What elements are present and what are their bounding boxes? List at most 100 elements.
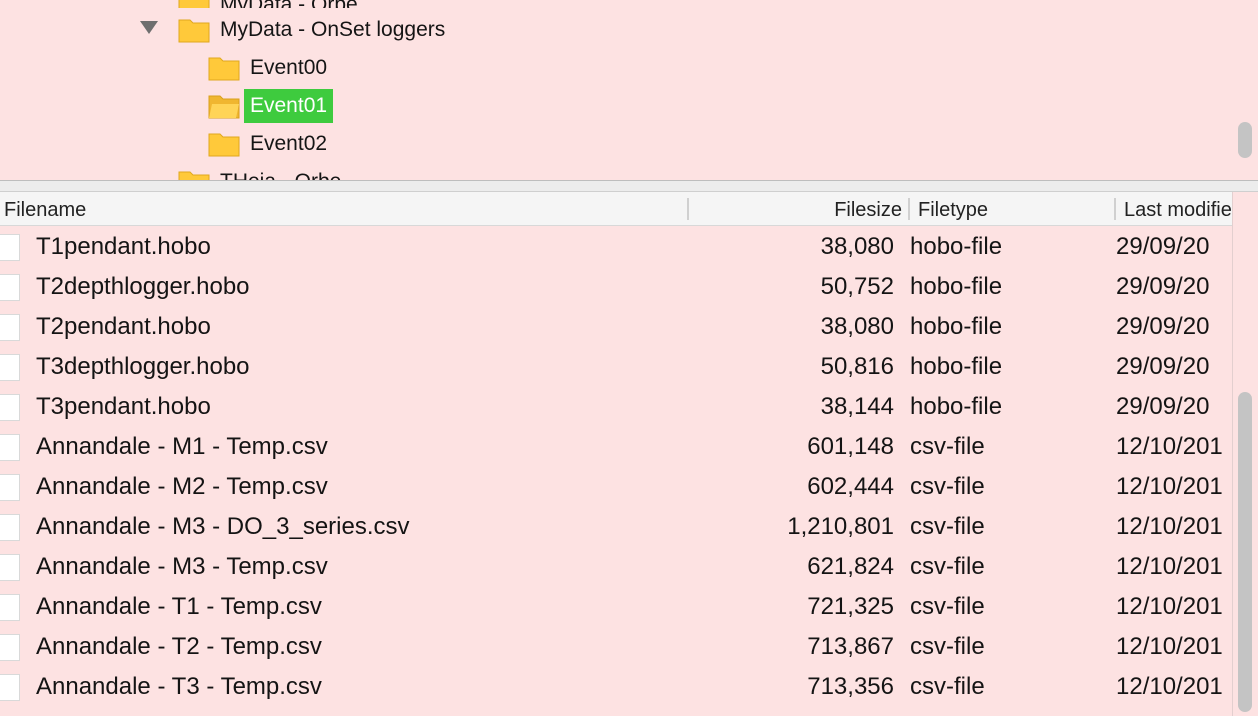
file-size: 38,144 [820,393,894,420]
tree-item-label: Event00 [250,56,328,79]
column-header-filetype[interactable]: Filetype [918,192,1108,226]
list-edge-divider [1232,192,1233,716]
file-size: 38,080 [820,313,894,340]
document-icon [0,434,20,461]
file-size: 713,356 [807,673,894,700]
column-header-last-modified[interactable]: Last modified [1124,192,1232,226]
document-icon [0,274,20,301]
tree-item-label: THeja - Orbe [214,165,347,180]
file-type: hobo-file [910,353,1003,380]
file-type: csv-file [910,473,985,500]
file-last-modified: 12/10/201 [1116,673,1223,700]
file-type: csv-file [910,513,985,540]
file-type: csv-file [910,673,985,700]
file-row[interactable]: Annandale - M3 - DO_3_series.csv 1,210,80… [0,507,1232,547]
tree-item-label: MyData - OnSet loggers [220,18,446,41]
folder-icon [178,171,210,180]
document-icon [0,554,20,581]
file-size: 721,325 [807,593,894,620]
pane-splitter[interactable] [0,180,1258,192]
file-row[interactable]: T2pendant.hobo 38,080 hobo-file 29/09/20 [0,307,1232,347]
file-row[interactable]: Annandale - T3 - Temp.csv 713,356 csv-file… [0,667,1232,707]
file-row[interactable]: Annandale - T2 - Temp.csv 713,867 csv-file… [0,627,1232,667]
folder-icon [178,0,210,8]
document-icon [0,514,20,541]
file-last-modified: 12/10/201 [1116,473,1223,500]
tree-item-partial-bottom[interactable]: THeja - Orbe [178,165,347,180]
file-last-modified: 12/10/201 [1116,553,1223,580]
document-icon [0,394,20,421]
column-header-filesize[interactable]: Filesize [700,192,902,226]
file-row[interactable]: Annandale - M2 - Temp.csv 602,444 csv-file… [0,467,1232,507]
file-type: hobo-file [910,273,1003,300]
file-type: hobo-file [910,393,1003,420]
document-icon [0,674,20,701]
file-name: Annandale - T2 - Temp.csv [36,633,322,660]
file-row[interactable]: T1pendant.hobo 38,080 hobo-file 29/09/20 [0,227,1232,267]
file-row[interactable]: T3pendant.hobo 38,144 hobo-file 29/09/20 [0,387,1232,427]
file-type: hobo-file [910,313,1003,340]
file-row[interactable]: T2depthlogger.hobo 50,752 hobo-file 29/09/2… [0,267,1232,307]
tree-item-label: Event02 [250,132,328,155]
file-name: Annandale - T3 - Temp.csv [36,673,322,700]
folder-icon [208,57,240,81]
column-header-bar: Filename Filesize Filetype Last modified [0,192,1232,226]
tree-item-event01[interactable]: Event01 [208,89,334,123]
file-last-modified: 29/09/20 [1116,353,1210,380]
file-row[interactable]: Annandale - M1 - Temp.csv 601,148 csv-file… [0,427,1232,467]
folder-icon [178,19,210,43]
file-name: Annandale - M3 - DO_3_series.csv [36,513,410,540]
file-name: Annandale - M1 - Temp.csv [36,433,328,460]
folder-icon [208,133,240,157]
file-size: 601,148 [807,433,894,460]
file-size: 50,752 [820,273,894,300]
file-last-modified: 12/10/201 [1116,593,1223,620]
document-icon [0,354,20,381]
file-last-modified: 12/10/201 [1116,633,1223,660]
file-row[interactable]: T3depthlogger.hobo 50,816 hobo-file 29/09/2… [0,347,1232,387]
file-row[interactable]: Annandale - T1 - Temp.csv 721,325 csv-file… [0,587,1232,627]
tree-item-label: Event01 [244,89,334,123]
file-type: csv-file [910,633,985,660]
folder-tree[interactable]: MyData - Orbe MyData - OnSet loggers Eve… [0,0,1258,180]
file-last-modified: 29/09/20 [1116,313,1210,340]
tree-scrollbar-thumb[interactable] [1238,122,1252,158]
tree-item-partial-top[interactable]: MyData - Orbe [178,0,364,8]
file-last-modified: 12/10/201 [1116,433,1223,460]
list-scrollbar-thumb[interactable] [1238,392,1252,712]
column-divider[interactable] [908,198,910,220]
file-last-modified: 29/09/20 [1116,233,1210,260]
file-size: 621,824 [807,553,894,580]
open-folder-icon [208,95,240,119]
document-icon [0,314,20,341]
file-last-modified: 29/09/20 [1116,393,1210,420]
column-divider[interactable] [687,198,689,220]
column-header-filename[interactable]: Filename [4,192,684,226]
file-size: 713,867 [807,633,894,660]
file-size: 1,210,801 [787,513,894,540]
file-name: Annandale - T1 - Temp.csv [36,593,322,620]
column-divider[interactable] [1114,198,1116,220]
disclosure-triangle-icon[interactable] [140,21,158,34]
document-icon [0,594,20,621]
tree-item-label: MyData - Orbe [214,0,364,8]
tree-item-event02[interactable]: Event02 [208,127,333,161]
file-name: Annandale - M3 - Temp.csv [36,553,328,580]
file-type: hobo-file [910,233,1003,260]
file-last-modified: 29/09/20 [1116,273,1210,300]
file-type: csv-file [910,553,985,580]
file-last-modified: 12/10/201 [1116,513,1223,540]
file-row[interactable]: Annandale - M3 - Temp.csv 621,824 csv-file… [0,547,1232,587]
tree-item-event00[interactable]: Event00 [208,51,333,85]
file-name: T3depthlogger.hobo [36,353,250,380]
file-type: csv-file [910,433,985,460]
file-name: T2depthlogger.hobo [36,273,250,300]
file-name: Annandale - M2 - Temp.csv [36,473,328,500]
file-size: 50,816 [820,353,894,380]
document-icon [0,234,20,261]
file-list[interactable]: Filename Filesize Filetype Last modified… [0,192,1258,716]
file-name: T1pendant.hobo [36,233,211,260]
document-icon [0,474,20,501]
tree-item-mydata-onset-loggers[interactable]: MyData - OnSet loggers [178,13,451,47]
file-name: T3pendant.hobo [36,393,211,420]
